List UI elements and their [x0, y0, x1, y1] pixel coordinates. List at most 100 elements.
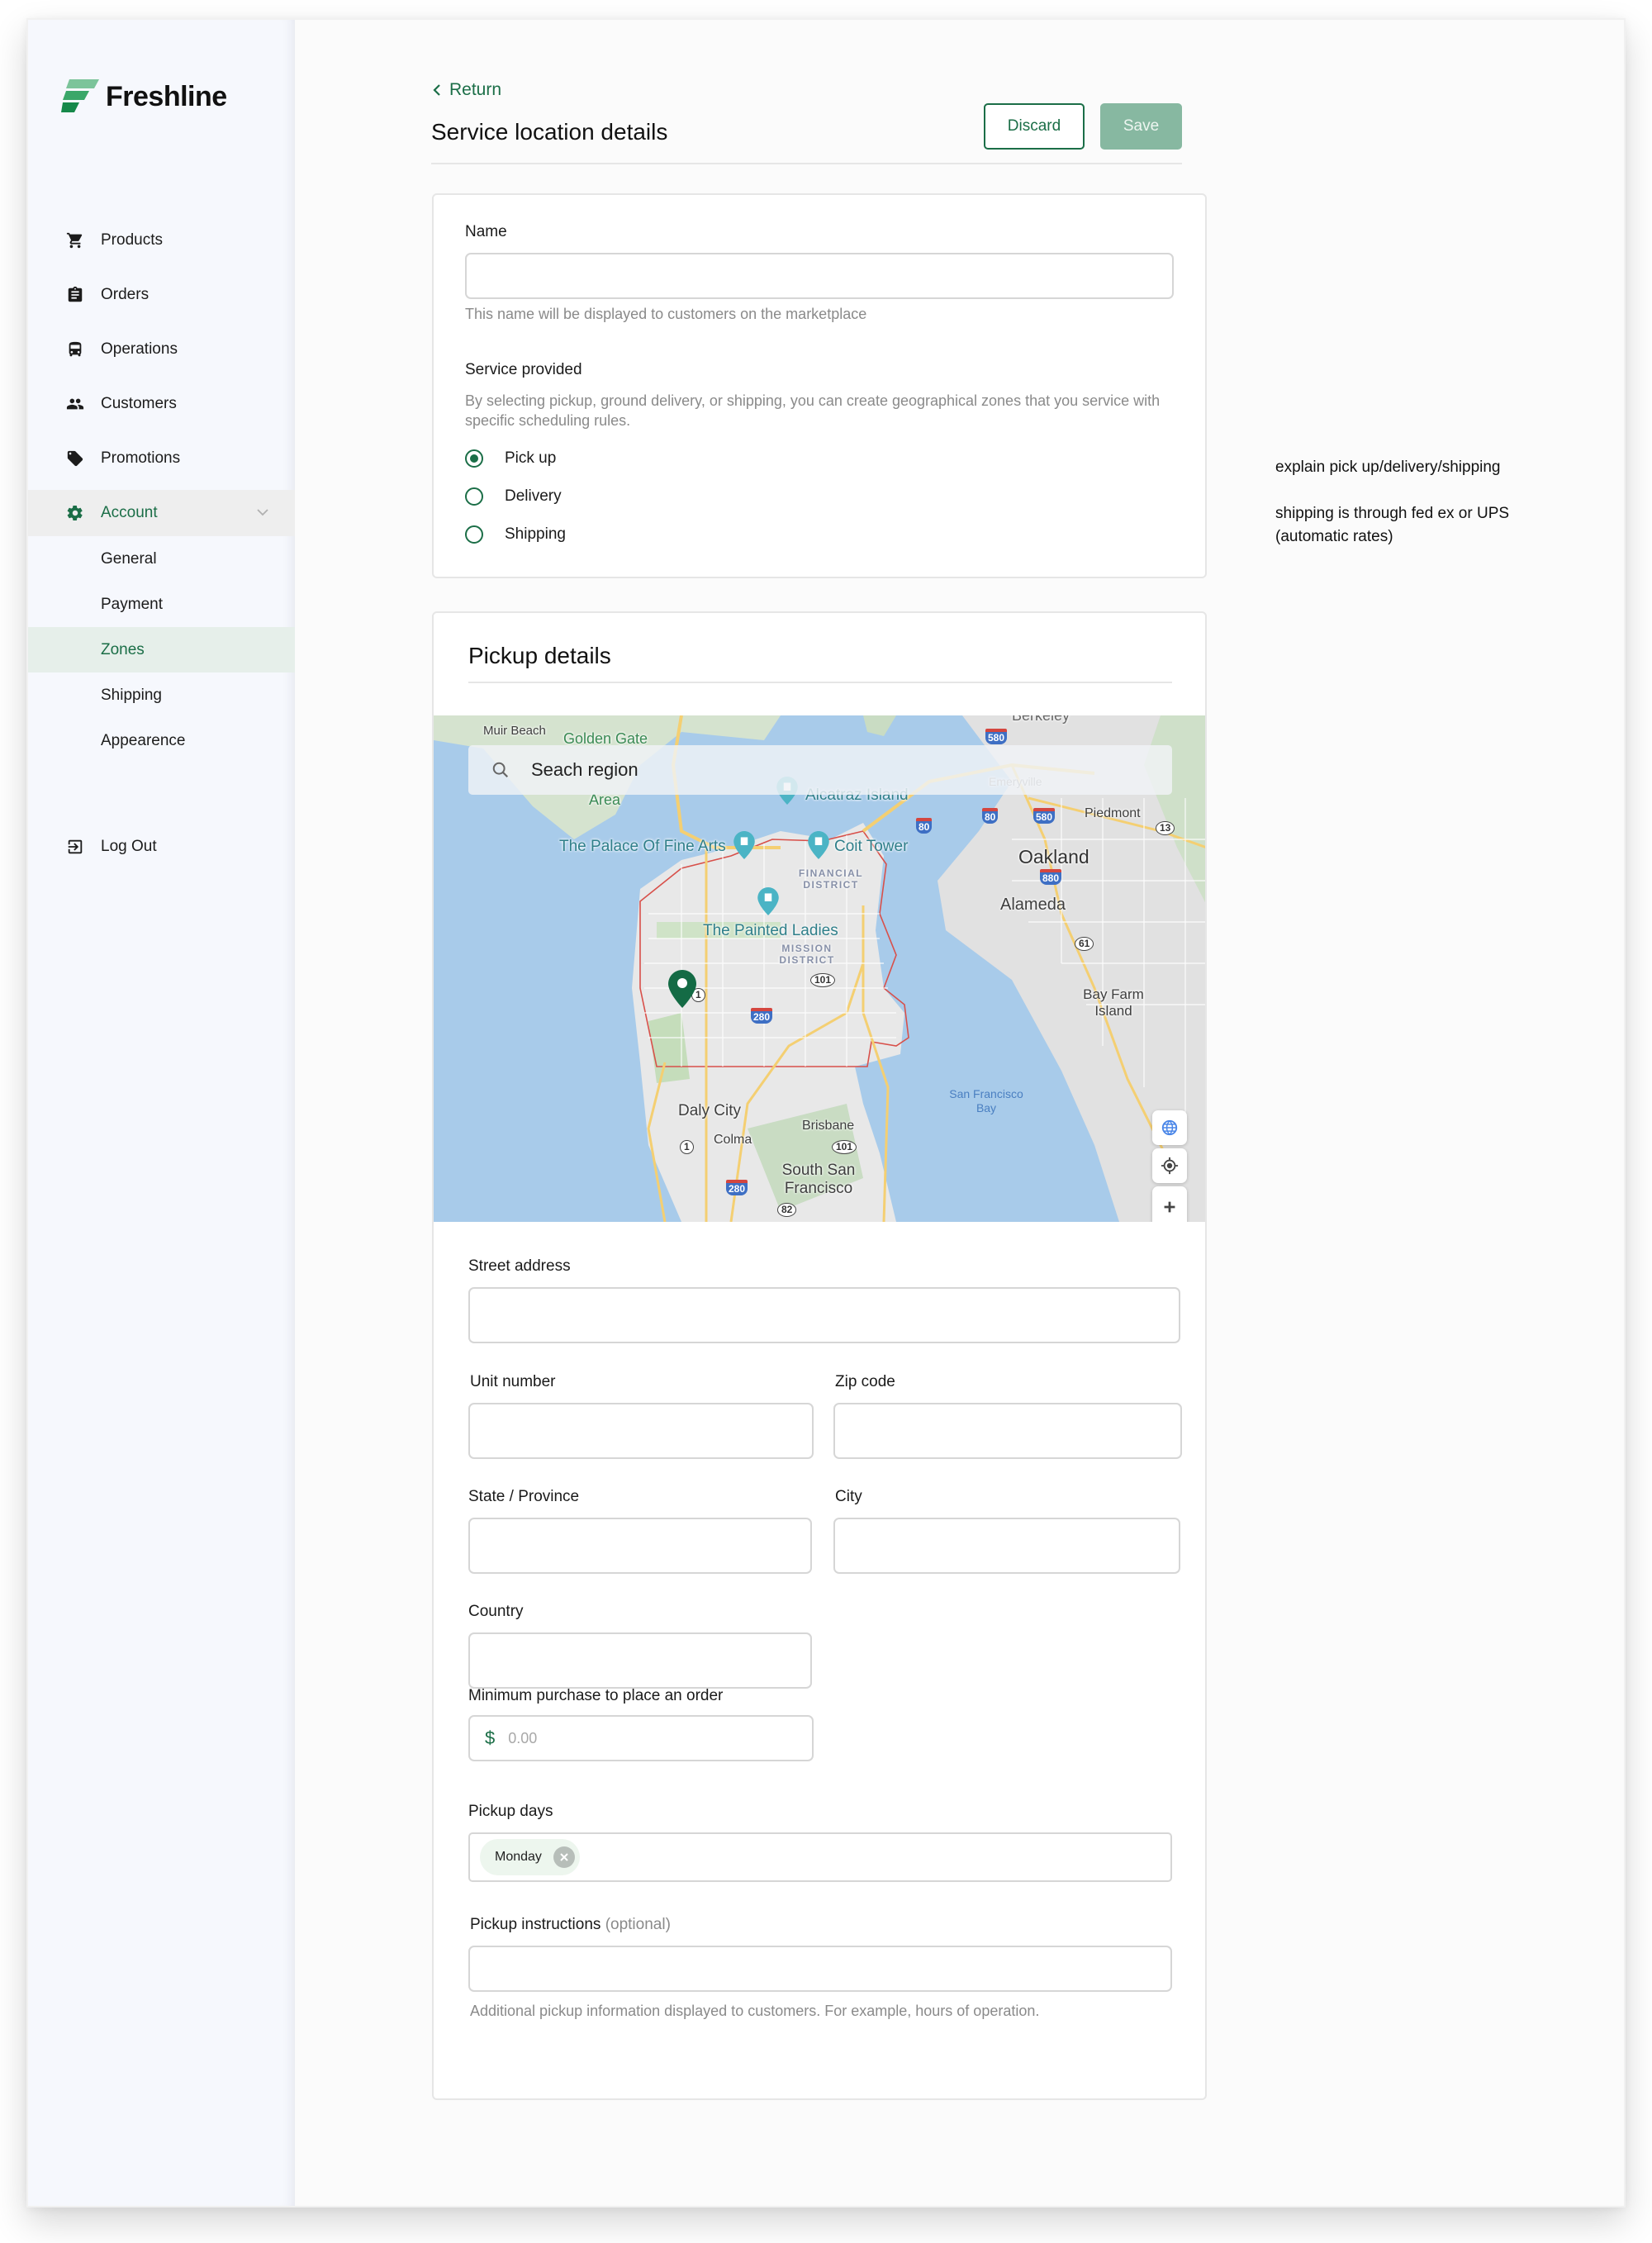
remove-chip-button[interactable] [553, 1846, 575, 1868]
pickup-days-label: Pickup days [468, 1803, 553, 1820]
sidebar-subitem-zones[interactable]: Zones [28, 627, 295, 672]
name-input[interactable] [465, 253, 1174, 299]
radio-delivery[interactable]: Delivery [465, 487, 562, 506]
service-provided-label: Service provided [465, 361, 582, 378]
country-input[interactable] [468, 1632, 812, 1689]
map-label: The Palace Of Fine Arts [559, 838, 726, 855]
clipboard-icon [68, 286, 83, 302]
chevron-left-icon [433, 84, 440, 96]
route-shield: 101 [832, 1140, 857, 1154]
bus-icon [69, 341, 82, 357]
country-label: Country [468, 1603, 524, 1620]
chevron-down-icon[interactable] [255, 505, 270, 520]
freshline-logo-icon [61, 79, 99, 112]
return-label: Return [449, 80, 502, 99]
map-label: FINANCIAL DISTRICT [798, 867, 864, 891]
route-shield: 101 [810, 973, 836, 987]
poi-pin-icon [733, 831, 755, 859]
state-province-label: State / Province [468, 1488, 580, 1505]
route-shield: 1 [680, 1140, 694, 1154]
page-title: Service location details [431, 119, 668, 145]
min-purchase-input[interactable] [508, 1729, 790, 1747]
logo[interactable]: Freshline [61, 79, 227, 114]
annotation-notes: explain pick up/delivery/shipping shippi… [1275, 456, 1548, 572]
pickup-details-heading: Pickup details [468, 643, 611, 668]
map-label: Alameda [1000, 896, 1066, 914]
pickup-days-input[interactable]: Monday [468, 1832, 1172, 1882]
sidebar-item-promotions[interactable]: Promotions [28, 435, 295, 482]
service-provided-hint: By selecting pickup, ground delivery, or… [465, 392, 1161, 429]
map-label: Berkeley [1012, 715, 1070, 724]
search-icon [492, 762, 509, 778]
map-search-input[interactable]: Seach region [468, 745, 1172, 795]
pickup-instructions-label: Pickup instructions (optional) [470, 1916, 671, 1934]
min-purchase-label: Minimum purchase to place an order [468, 1687, 724, 1704]
route-shield: 580 [985, 729, 1008, 744]
radio-button[interactable] [465, 525, 483, 544]
map-label: Muir Beach [483, 724, 546, 738]
street-address-label: Street address [468, 1257, 571, 1275]
map-layers-button[interactable] [1152, 1110, 1187, 1145]
poi-pin-icon [757, 887, 779, 915]
route-shield: 80 [916, 818, 933, 834]
map-search-placeholder: Seach region [531, 759, 638, 780]
chip-label: Monday [495, 1850, 542, 1864]
radio-label: Pick up [505, 449, 557, 467]
zip-code-input[interactable] [833, 1403, 1182, 1459]
logout-button[interactable]: Log Out [28, 824, 295, 870]
unit-number-input[interactable] [468, 1403, 814, 1459]
street-address-input[interactable] [468, 1287, 1180, 1343]
general-card: Name This name will be displayed to cust… [432, 193, 1207, 578]
return-link[interactable]: Return [431, 80, 501, 100]
radio-pickup[interactable]: Pick up [465, 449, 556, 468]
pickup-instructions-label-text: Pickup instructions [470, 1916, 601, 1933]
sidebar: Freshline Products Orders Operations Cus… [28, 20, 295, 2206]
sidebar-item-operations[interactable]: Operations [28, 326, 295, 373]
sidebar-subitem-general[interactable]: General [28, 536, 295, 582]
state-province-input[interactable] [468, 1518, 812, 1574]
map-label: The Painted Ladies [703, 922, 838, 939]
map-label: MISSION DISTRICT [779, 943, 835, 966]
sidebar-item-account[interactable]: Account [28, 490, 295, 536]
pickup-instructions-input[interactable] [468, 1946, 1172, 1992]
logout-label: Log Out [101, 838, 157, 855]
radio-label: Shipping [505, 525, 566, 543]
sidebar-item-label: Operations [101, 340, 178, 358]
poi-pin-icon [808, 831, 829, 859]
sidebar-item-orders[interactable]: Orders [28, 272, 295, 318]
map-label: Colma [714, 1133, 752, 1147]
sidebar-item-label: Promotions [101, 449, 181, 467]
sidebar-item-label: Customers [101, 395, 177, 412]
map[interactable]: Muir Beach Golden Gate Area Berkeley Eme… [434, 715, 1205, 1222]
radio-label: Delivery [505, 487, 562, 505]
sidebar-item-products[interactable]: Products [28, 217, 295, 264]
currency-symbol: $ [485, 1727, 496, 1748]
brand-name: Freshline [106, 80, 227, 112]
gear-icon [67, 506, 83, 520]
radio-shipping[interactable]: Shipping [465, 525, 566, 544]
close-icon [560, 1853, 568, 1861]
save-button[interactable]: Save [1100, 103, 1182, 150]
radio-button-checked[interactable] [465, 449, 483, 468]
zip-code-label: Zip code [835, 1373, 895, 1390]
globe-icon [1161, 1119, 1178, 1136]
map-locate-button[interactable] [1152, 1148, 1187, 1183]
sidebar-subitem-appearence[interactable]: Appearence [28, 718, 295, 763]
map-label: Piedmont [1085, 806, 1141, 820]
city-label: City [835, 1488, 862, 1505]
sidebar-item-customers[interactable]: Customers [28, 381, 295, 427]
name-hint: This name will be displayed to customers… [465, 306, 867, 322]
map-label: Oakland [1018, 846, 1089, 867]
locate-icon [1161, 1157, 1179, 1175]
location-pin-icon[interactable] [668, 970, 696, 1008]
min-purchase-field[interactable]: $ [468, 1715, 814, 1761]
discard-button[interactable]: Discard [984, 103, 1085, 150]
city-input[interactable] [833, 1518, 1180, 1574]
route-shield: 580 [1033, 808, 1056, 824]
map-zoom-in-button[interactable] [1152, 1186, 1187, 1222]
radio-button[interactable] [465, 487, 483, 506]
sidebar-subitem-payment[interactable]: Payment [28, 582, 295, 627]
name-label: Name [465, 223, 507, 240]
sidebar-subitem-shipping[interactable]: Shipping [28, 672, 295, 718]
route-shield: 80 [982, 808, 999, 824]
